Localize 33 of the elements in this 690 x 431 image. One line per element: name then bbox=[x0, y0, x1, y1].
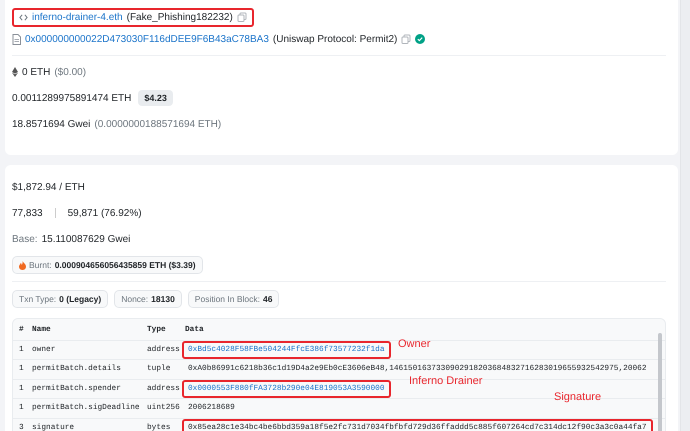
copy-icon[interactable] bbox=[236, 12, 247, 22]
contract-address-link[interactable]: 0x000000000022D473030F116dDEE9F6B43aC78BA3 bbox=[25, 34, 269, 44]
attribute-value: 18130 bbox=[151, 294, 175, 304]
flame-icon bbox=[19, 260, 26, 270]
gas-limit: 77,833 bbox=[12, 208, 43, 218]
annotation-label: Owner bbox=[398, 338, 430, 350]
annotation-label: Inferno Drainer bbox=[409, 375, 482, 387]
attribute-value: 46 bbox=[263, 294, 272, 304]
scrollbar[interactable] bbox=[658, 333, 662, 431]
copy-icon[interactable] bbox=[401, 34, 412, 44]
eth-price: $1,872.94 / ETH bbox=[12, 182, 85, 192]
ethereum-icon bbox=[12, 67, 18, 77]
address-name-link[interactable]: inferno-drainer-4.eth bbox=[32, 12, 123, 22]
gas-price-eth: (0.0000000188571694 ETH) bbox=[94, 118, 222, 130]
attribute-value: 0 (Legacy) bbox=[59, 294, 102, 304]
fee-usd-badge: $4.23 bbox=[138, 90, 173, 106]
burnt-label: Burnt: bbox=[29, 260, 52, 270]
contract-label: (Uniswap Protocol: Permit2) bbox=[272, 34, 398, 44]
base-fee-label: Base: bbox=[12, 234, 38, 244]
attribute-label: Nonce: bbox=[121, 294, 148, 304]
base-fee-value: 15.110087629 Gwei bbox=[42, 234, 130, 244]
document-icon bbox=[12, 34, 21, 44]
fee-amount: 0.0011289975891474 ETH bbox=[12, 92, 132, 104]
gas-price-gwei: 18.8571694 Gwei bbox=[12, 118, 90, 130]
gas-used: 59,871 (76.92%) bbox=[68, 208, 142, 218]
address-label: (Fake_Phishing182232) bbox=[126, 12, 233, 22]
attribute-label: Txn Type: bbox=[19, 294, 56, 304]
attribute-label: Position In Block: bbox=[194, 294, 260, 304]
code-icon bbox=[19, 12, 28, 22]
burnt-value: 0.000904656056435859 ETH ($3.39) bbox=[54, 260, 196, 270]
value-usd: ($0.00) bbox=[54, 66, 86, 78]
annotation-label: Signature bbox=[554, 391, 602, 403]
value-amount: 0 ETH bbox=[22, 66, 50, 78]
